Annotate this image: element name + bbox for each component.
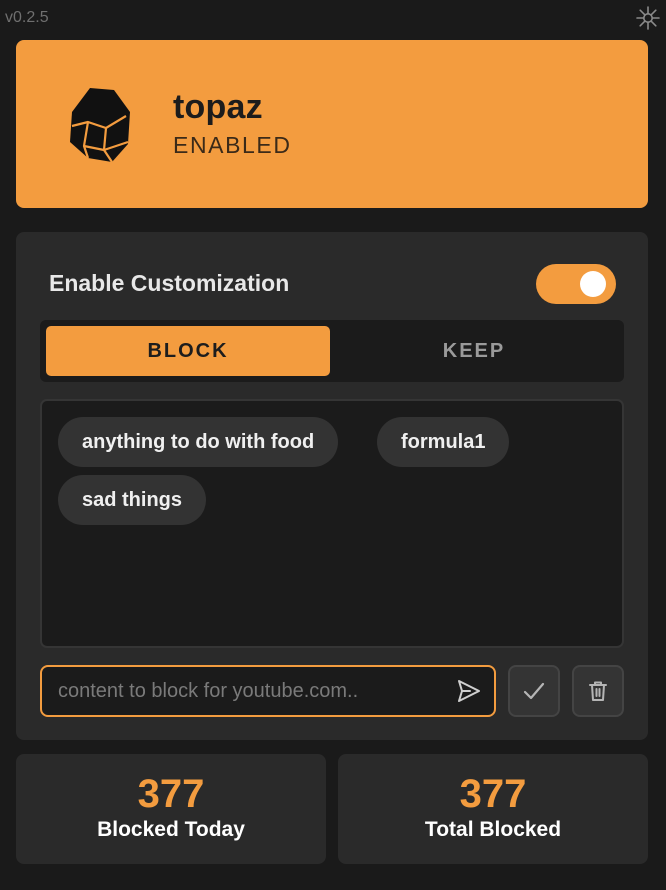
toggle-knob <box>580 271 606 297</box>
stat-value: 377 <box>459 772 527 816</box>
topic-chip[interactable]: formula1 <box>377 417 510 467</box>
send-button[interactable] <box>454 676 484 706</box>
stat-value: 377 <box>137 772 205 816</box>
trash-icon <box>589 681 607 701</box>
tab-keep[interactable]: KEEP <box>330 326 618 376</box>
stat-label: Total Blocked <box>424 818 562 841</box>
version-label: v0.2.5 <box>5 9 49 26</box>
topic-input-field <box>40 665 496 717</box>
customization-panel: Enable Customization BLOCK KEEP anything… <box>16 232 648 740</box>
topic-input[interactable] <box>42 667 442 715</box>
confirm-button[interactable] <box>508 665 560 717</box>
customization-label: Enable Customization <box>49 270 290 296</box>
stat-total-blocked: 377 Total Blocked <box>338 754 648 864</box>
topic-list: anything to do with food formula1 sad th… <box>40 399 624 648</box>
send-icon <box>458 680 480 702</box>
app-name: topaz <box>173 88 263 126</box>
status-banner: topaz ENABLED <box>16 40 648 208</box>
stat-label: Blocked Today <box>97 818 245 841</box>
topic-chip[interactable]: sad things <box>58 475 207 525</box>
status-text: ENABLED <box>173 132 292 158</box>
settings-button[interactable] <box>634 4 662 32</box>
topic-chip[interactable]: anything to do with food <box>58 417 339 467</box>
tab-block[interactable]: BLOCK <box>46 326 330 376</box>
stat-blocked-today: 377 Blocked Today <box>16 754 326 864</box>
mode-tabs: BLOCK KEEP <box>40 320 624 382</box>
checkmark-icon <box>523 682 545 700</box>
gear-icon <box>636 6 660 30</box>
customization-toggle[interactable] <box>536 264 616 304</box>
topaz-logo-icon <box>70 88 130 163</box>
delete-button[interactable] <box>572 665 624 717</box>
popup-root: v0.2.5 topaz ENABLED Enable Customizatio… <box>0 0 666 890</box>
